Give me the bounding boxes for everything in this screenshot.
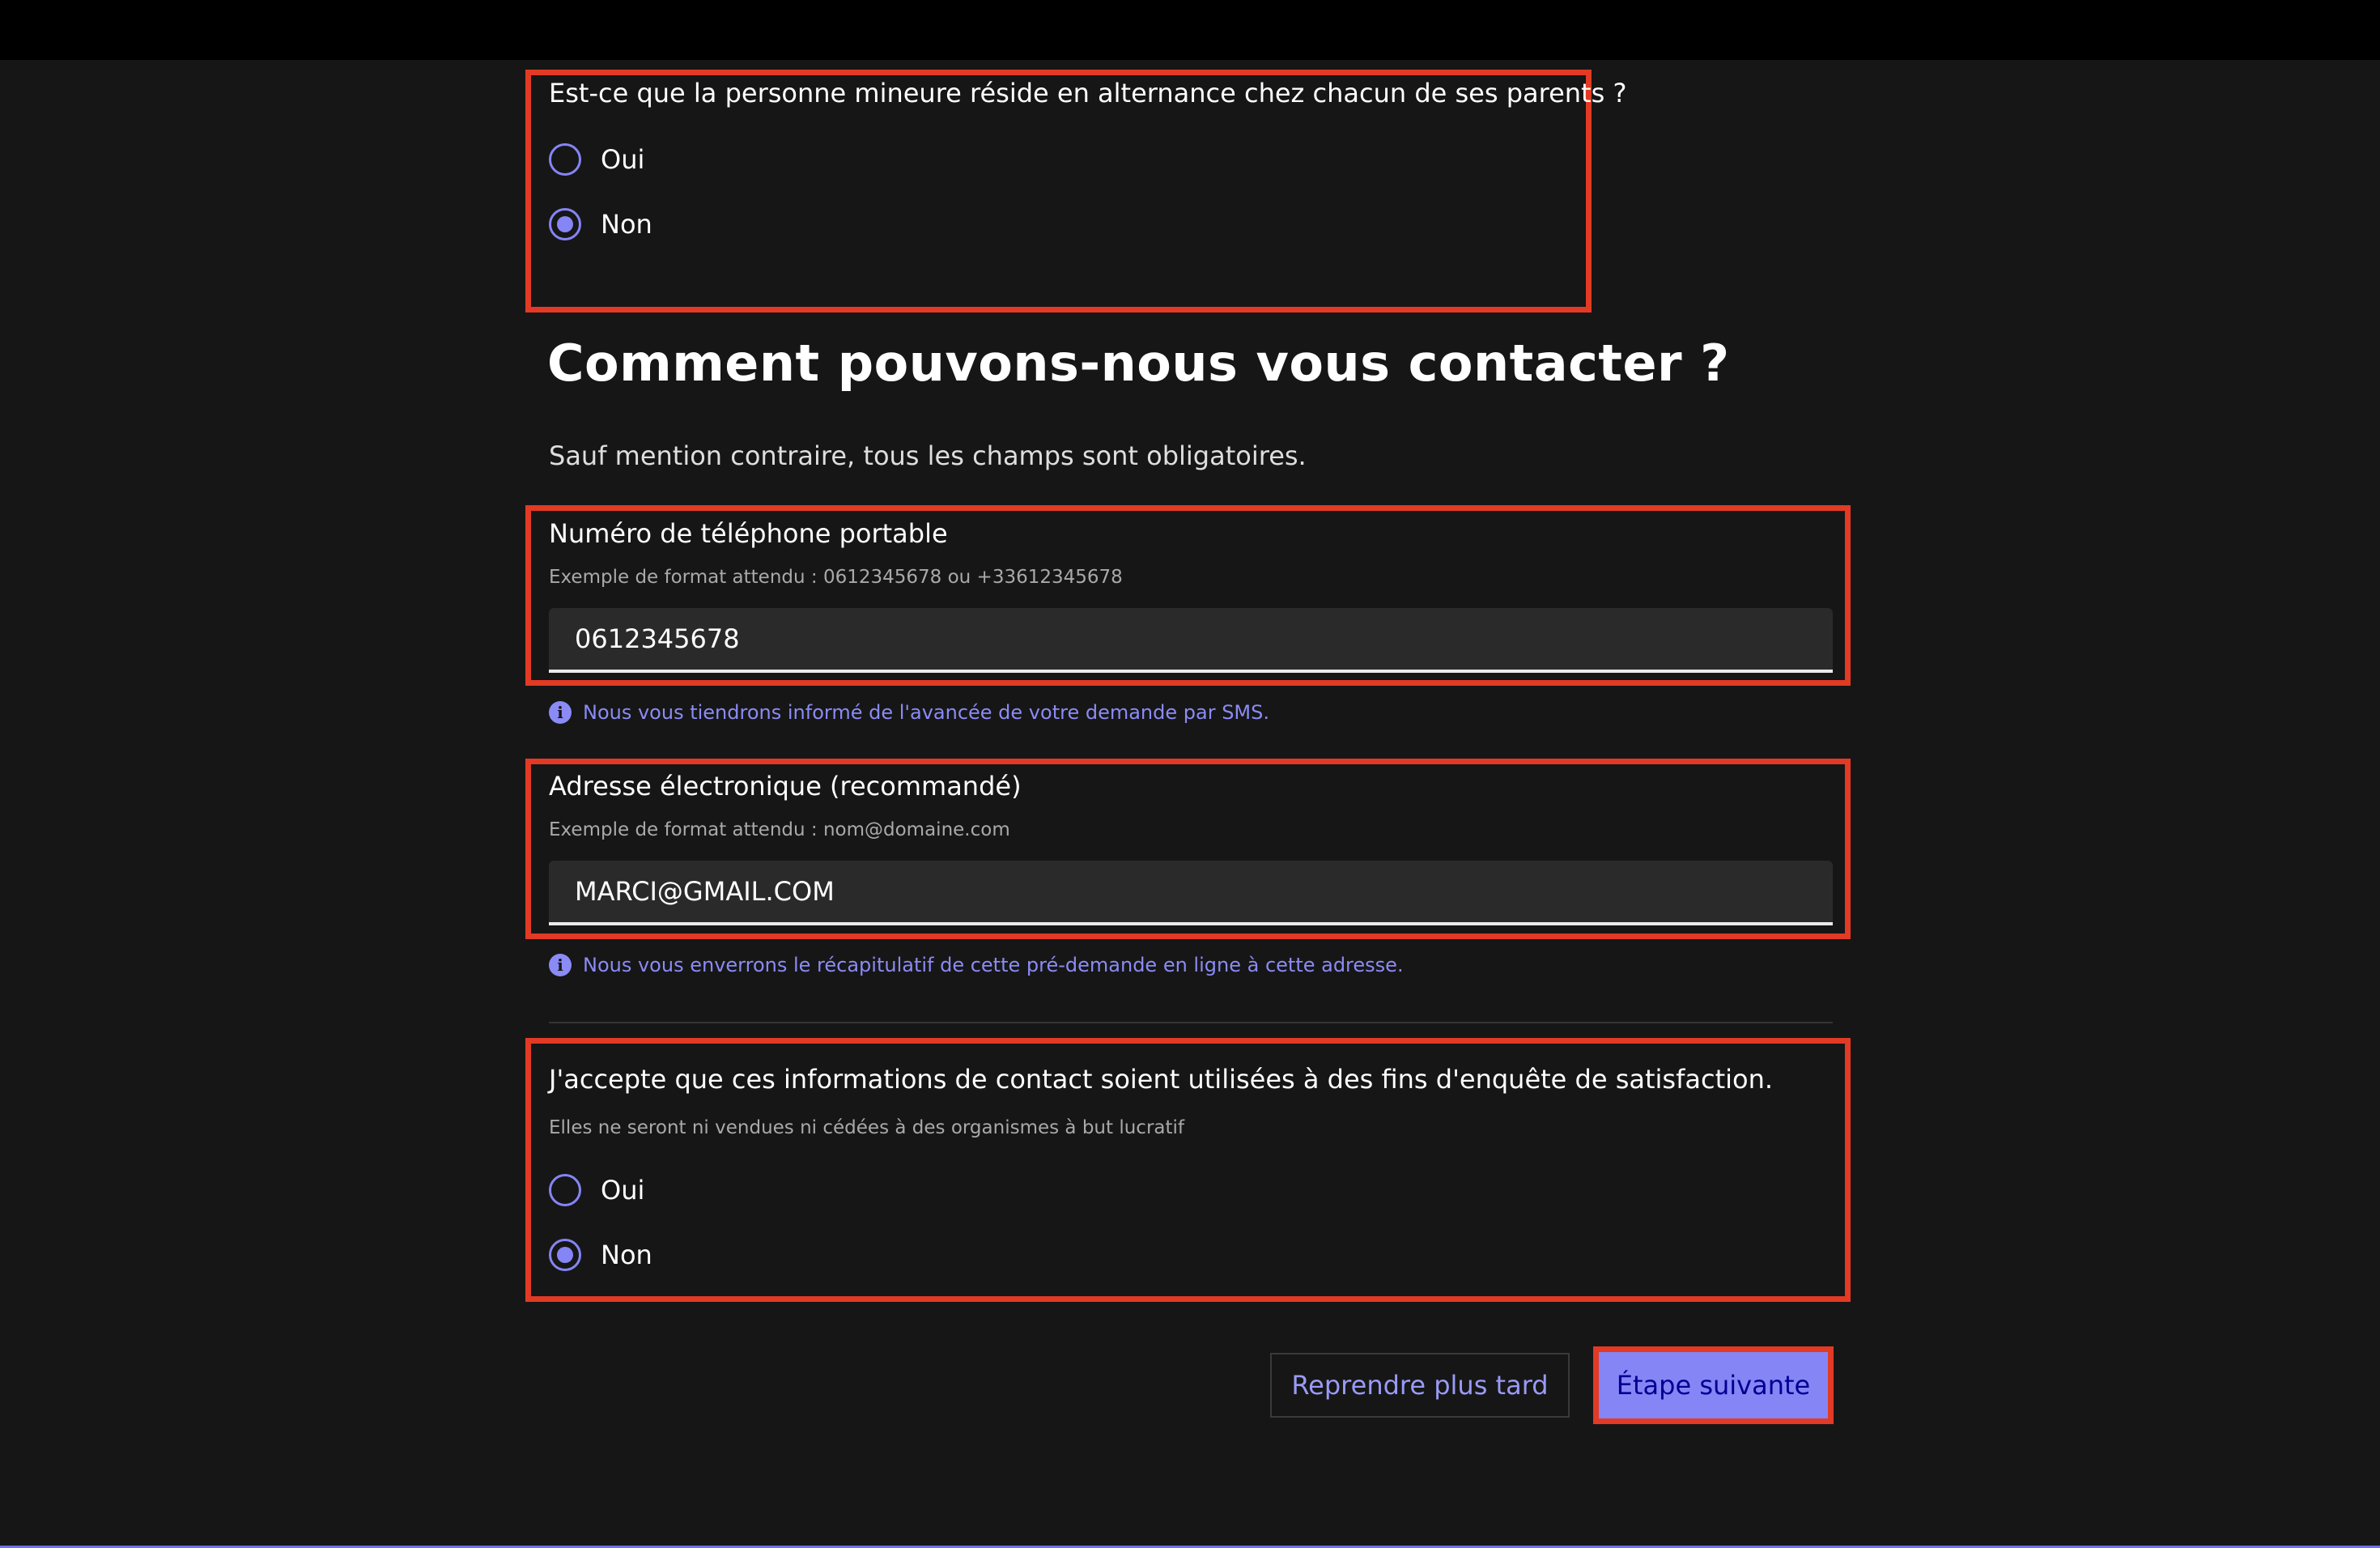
phone-info-message: i Nous vous tiendrons informé de l'avanc…: [549, 701, 1269, 724]
phone-hint: Exemple de format attendu : 0612345678 o…: [549, 567, 1123, 588]
survey-hint: Elles ne seront ni vendues ni cédées à d…: [549, 1117, 1185, 1138]
resume-later-button[interactable]: Reprendre plus tard: [1270, 1353, 1570, 1418]
radio-icon[interactable]: [549, 143, 581, 176]
email-info-text: Nous vous enverrons le récapitulatif de …: [583, 954, 1404, 976]
email-info-message: i Nous vous enverrons le récapitulatif d…: [549, 954, 1404, 976]
divider: [549, 1022, 1833, 1023]
page-title: Comment pouvons-nous vous contacter ?: [547, 334, 1730, 393]
residence-option-oui-label: Oui: [601, 144, 645, 175]
radio-icon[interactable]: [549, 208, 581, 240]
email-label: Adresse électronique (recommandé): [549, 771, 1022, 802]
required-fields-note: Sauf mention contraire, tous les champs …: [549, 440, 1307, 471]
next-step-button[interactable]: Étape suivante: [1599, 1352, 1828, 1418]
info-icon: i: [549, 954, 572, 976]
radio-icon[interactable]: [549, 1174, 581, 1206]
phone-input[interactable]: 0612345678: [549, 608, 1833, 673]
residence-option-non[interactable]: Non: [549, 205, 652, 244]
radio-selected-dot: [557, 1247, 573, 1263]
phone-input-value: 0612345678: [575, 623, 740, 654]
residence-option-oui[interactable]: Oui: [549, 140, 644, 179]
residence-question-text: Est-ce que la personne mineure réside en…: [549, 78, 1627, 108]
email-input[interactable]: MARCI@GMAIL.COM: [549, 861, 1833, 925]
phone-label: Numéro de téléphone portable: [549, 518, 948, 549]
survey-question-text: J'accepte que ces informations de contac…: [549, 1064, 1774, 1095]
email-hint: Exemple de format attendu : nom@domaine.…: [549, 819, 1010, 840]
survey-option-oui[interactable]: Oui: [549, 1171, 644, 1210]
radio-icon[interactable]: [549, 1239, 581, 1271]
radio-selected-dot: [557, 216, 573, 232]
survey-option-non-label: Non: [601, 1240, 652, 1270]
residence-option-non-label: Non: [601, 209, 652, 240]
top-bar: [0, 0, 2380, 60]
survey-option-oui-label: Oui: [601, 1175, 645, 1206]
survey-option-non[interactable]: Non: [549, 1235, 652, 1274]
phone-info-text: Nous vous tiendrons informé de l'avancée…: [583, 701, 1270, 724]
info-icon: i: [549, 701, 572, 724]
email-input-value: MARCI@GMAIL.COM: [575, 876, 835, 907]
